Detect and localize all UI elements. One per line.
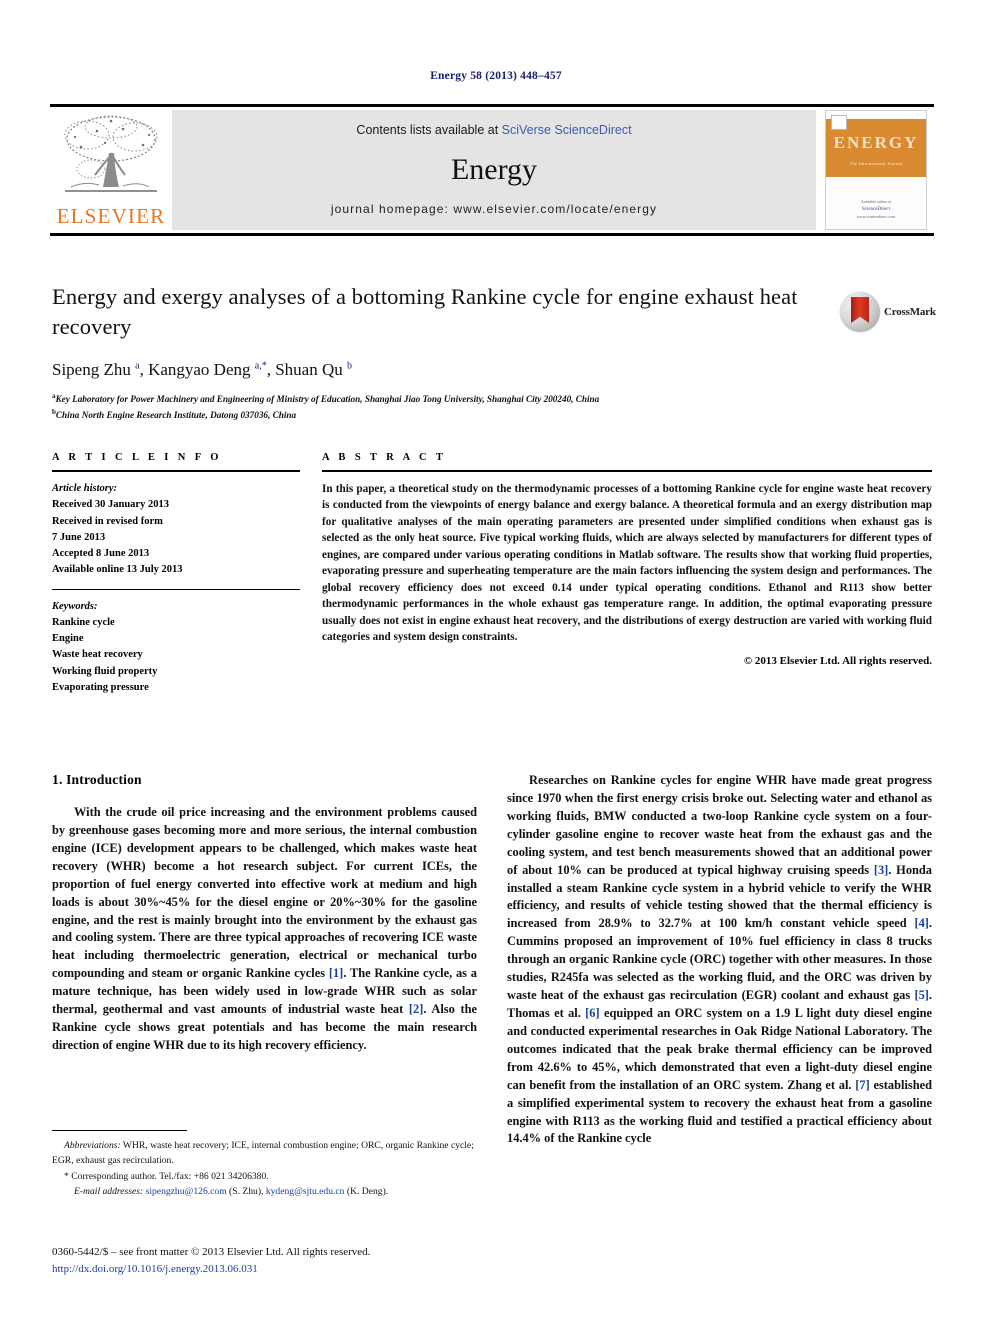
journal-title: Energy <box>450 152 538 186</box>
keywords-label: Keywords: <box>52 600 98 612</box>
abstract-copyright: © 2013 Elsevier Ltd. All rights reserved… <box>743 654 932 667</box>
abstract-heading: A B S T R A C T <box>322 452 447 463</box>
intro-paragraph-left: With the crude oil price increasing and … <box>52 805 477 1052</box>
cover-footer-line3: www.sciencedirect.com <box>856 214 896 220</box>
history-item: Received in revised form <box>52 515 163 527</box>
cover-footer-line1: Available online at <box>860 198 892 204</box>
journal-masthead: ELSEVIER Contents lists available at Sci… <box>50 104 934 236</box>
cover-footer-line2: ScienceDirect <box>861 206 891 212</box>
keyword-item: Working fluid property <box>52 665 158 677</box>
author-list: Sipeng Zhu a, Kangyao Deng a,*, Shuan Qu… <box>52 360 352 380</box>
article-history-label: Article history: <box>52 483 118 494</box>
doi-link[interactable]: http://dx.doi.org/10.1016/j.energy.2013.… <box>52 1261 552 1278</box>
imprint-block: 0360-5442/$ – see front matter © 2013 El… <box>52 1244 552 1277</box>
body-columns: 1. Introduction With the crude oil price… <box>52 772 932 1148</box>
history-item: Available online 13 July 2013 <box>52 564 183 576</box>
footnote-corresponding-author: * Corresponding author. Tel./fax: +86 02… <box>64 1170 269 1182</box>
crossmark-badge[interactable]: CrossMark <box>840 292 936 332</box>
keyword-item: Rankine cycle <box>52 616 115 628</box>
article-info-column: A R T I C L E I N F O Article history: R… <box>52 452 300 696</box>
running-head: Energy 58 (2013) 448–457 <box>430 70 562 82</box>
journal-cover-thumbnail: ENERGY The International Journal Availab… <box>816 107 934 233</box>
cover-title: ENERGY <box>833 133 919 152</box>
footnote-abbreviations: Abbreviations: WHR, waste heat recovery;… <box>52 1140 474 1167</box>
divider <box>52 470 300 472</box>
article-info-heading: A R T I C L E I N F O <box>52 452 222 463</box>
abstract-column: A B S T R A C T In this paper, a theoret… <box>322 452 932 696</box>
section-heading-introduction: 1. Introduction <box>52 772 142 787</box>
history-item: Received 30 January 2013 <box>52 499 169 511</box>
cover-subtitle: The International Journal <box>849 161 903 166</box>
footnote-rule <box>52 1130 187 1131</box>
crossmark-label: CrossMark <box>884 306 936 318</box>
affiliation-a: aKey Laboratory for Power Machinery and … <box>52 392 600 405</box>
sciencedirect-link[interactable]: SciVerse ScienceDirect <box>502 123 632 137</box>
intro-paragraph-right: Researches on Rankine cycles for engine … <box>507 773 933 1146</box>
cover-publisher-mark-icon <box>831 115 847 130</box>
crossmark-icon <box>840 292 880 332</box>
history-item: Accepted 8 June 2013 <box>52 548 150 560</box>
abstract-text: In this paper, a theoretical study on th… <box>322 483 932 644</box>
contents-prefix: Contents lists available at <box>356 123 502 137</box>
masthead-center: Contents lists available at SciVerse Sci… <box>172 110 816 230</box>
keyword-item: Evaporating pressure <box>52 681 149 693</box>
elsevier-wordmark: ELSEVIER <box>56 204 166 228</box>
body-column-left: 1. Introduction With the crude oil price… <box>52 772 477 1148</box>
keyword-item: Waste heat recovery <box>52 649 143 661</box>
elsevier-tree-icon <box>57 113 165 201</box>
cover-footer: Available online at ScienceDirect www.sc… <box>826 199 926 221</box>
divider <box>322 470 932 472</box>
contents-available-line: Contents lists available at SciVerse Sci… <box>356 123 631 137</box>
body-column-right: Researches on Rankine cycles for engine … <box>507 772 932 1148</box>
keyword-item: Engine <box>52 633 84 645</box>
footnote-email-addresses: E-mail addresses: sipengzhu@126.com (S. … <box>74 1186 389 1198</box>
footnotes-block: Abbreviations: WHR, waste heat recovery;… <box>52 1130 477 1199</box>
info-abstract-region: A R T I C L E I N F O Article history: R… <box>52 452 932 696</box>
journal-homepage-link[interactable]: journal homepage: www.elsevier.com/locat… <box>331 202 657 216</box>
history-item: 7 June 2013 <box>52 531 106 543</box>
imprint-line: 0360-5442/$ – see front matter © 2013 El… <box>52 1246 371 1258</box>
affiliations: aKey Laboratory for Power Machinery and … <box>52 391 842 423</box>
elsevier-logo: ELSEVIER <box>50 107 172 233</box>
title-block: Energy and exergy analyses of a bottomin… <box>52 282 842 423</box>
page-title: Energy and exergy analyses of a bottomin… <box>52 284 798 339</box>
affiliation-b: bChina North Engine Research Institute, … <box>52 408 297 421</box>
paper-page: Energy 58 (2013) 448–457 ELSEVIER Conten… <box>0 0 992 1323</box>
divider <box>52 588 300 590</box>
